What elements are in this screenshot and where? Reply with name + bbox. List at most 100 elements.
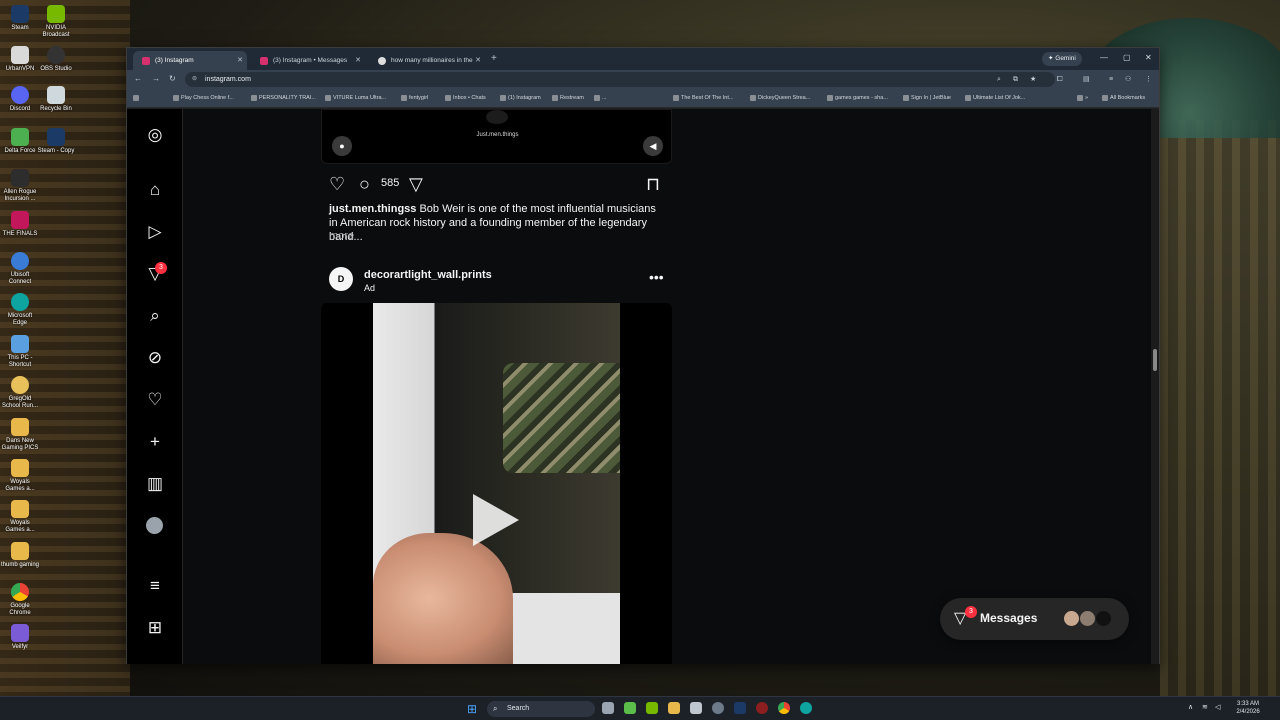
nvidia-icon[interactable] <box>646 702 658 714</box>
bookmarks-overflow-icon[interactable]: » <box>1077 92 1088 104</box>
scrollbar-thumb[interactable] <box>1153 349 1157 371</box>
desktop-icon-dans-gaming-pics[interactable]: Dans New Gaming PICS <box>0 418 40 452</box>
tab-instagram[interactable]: (3) Instagram ✕ <box>133 51 247 70</box>
tray-overflow-icon[interactable]: ∧ <box>1188 702 1193 714</box>
desktop-icon-obs[interactable]: OBS Studio <box>36 46 76 73</box>
dashboard-icon[interactable]: ▥ <box>145 474 165 494</box>
bookmark-item[interactable]: ... <box>594 92 607 104</box>
windows-start-icon[interactable]: ⊞ <box>467 702 477 716</box>
settings-gear-icon[interactable] <box>712 702 724 714</box>
profile-icon[interactable]: ⚇ <box>1125 74 1131 86</box>
bookmark-item[interactable]: Sign In | JetBlue <box>903 92 951 104</box>
file-explorer-icon[interactable] <box>668 702 680 714</box>
caption-username[interactable]: just.men.thingss <box>329 203 416 215</box>
url-field[interactable]: ⊜ instagram.com <box>185 72 1055 87</box>
desktop-icon-thumb-gaming[interactable]: thumb gaming <box>0 542 40 569</box>
reels-icon[interactable]: ▷ <box>145 222 165 242</box>
more-menu-icon[interactable]: ≡ <box>145 576 165 596</box>
create-icon[interactable]: + <box>145 432 165 452</box>
chrome-icon[interactable] <box>778 702 790 714</box>
caption-more-link[interactable]: more <box>329 230 354 242</box>
desktop-icon-delta-force[interactable]: Delta Force <box>0 128 40 155</box>
desktop-icon-steam[interactable]: Steam <box>0 5 40 32</box>
post-options-icon[interactable]: ••• <box>649 267 664 287</box>
post-author-avatar[interactable]: D <box>329 267 353 291</box>
forward-icon[interactable]: → <box>152 73 160 85</box>
customize-icon[interactable]: ≡ <box>1109 74 1113 86</box>
desktop-icon-this-pc[interactable]: This PC - Shortcut <box>0 335 40 369</box>
profile-avatar[interactable] <box>146 517 163 534</box>
bookmark-item[interactable]: PERSONALITY TRAI... <box>251 92 316 104</box>
desktop-icon-recycle-bin[interactable]: Recycle Bin <box>36 86 76 113</box>
bookmark-star-icon[interactable]: ★ <box>1030 74 1036 86</box>
maximize-icon[interactable]: ▢ <box>1123 51 1131 65</box>
desktop-icon-discord[interactable]: Discord <box>0 86 40 113</box>
messages-drawer-button[interactable]: ▽ 3 Messages <box>940 598 1129 640</box>
wifi-icon[interactable]: ≋ <box>1202 702 1208 714</box>
bookmark-item[interactable]: VITURE Luma Ultra... <box>325 92 386 104</box>
desktop-icon-old-school-run[interactable]: GregOld School Run... <box>0 376 40 410</box>
desktop-icon-woyals-games-1[interactable]: Woyals Games a... <box>0 459 40 493</box>
bookmark-item[interactable]: Restream <box>552 92 584 104</box>
taskbar-app-icon[interactable] <box>690 702 702 714</box>
taskbar-clock[interactable]: 3:33 AM 2/4/2026 <box>1228 700 1268 716</box>
desktop-icon-urbanvpn[interactable]: UrbanVPN <box>0 46 40 73</box>
save-bookmark-icon[interactable]: ⊓ <box>646 173 660 195</box>
desktop-icon-ubisoft[interactable]: Ubisoft Connect <box>0 252 40 286</box>
bookmark-item[interactable]: DickeyQueen Strea... <box>750 92 810 104</box>
taskbar-app-icon[interactable] <box>756 702 768 714</box>
steam-icon[interactable] <box>734 702 746 714</box>
close-window-icon[interactable]: ✕ <box>1145 51 1152 65</box>
like-heart-icon[interactable]: ♡ <box>329 173 345 195</box>
notifications-heart-icon[interactable]: ♡ <box>145 390 165 410</box>
tab-instagram-messages[interactable]: (3) Instagram • Messages ✕ <box>251 51 365 70</box>
desktop-icon-edge[interactable]: Microsoft Edge <box>0 293 40 327</box>
desktop-icon-veilfyr[interactable]: Veilfyr <box>0 624 40 651</box>
bookmark-item[interactable]: Play Chess Online f... <box>173 92 234 104</box>
menu-kebab-icon[interactable]: ⋮ <box>1145 74 1152 86</box>
sound-toggle-icon[interactable]: ◀ <box>643 136 663 156</box>
desktop-icon-steam-copy[interactable]: Steam - Copy <box>36 128 76 155</box>
post-author-username[interactable]: decorartlight_wall.prints <box>364 269 492 281</box>
close-tab-icon[interactable]: ✕ <box>355 51 361 70</box>
bookmark-item[interactable]: Inbox • Chats <box>445 92 486 104</box>
taskbar-app-icon[interactable] <box>624 702 636 714</box>
install-app-icon[interactable]: ⧉ <box>1013 74 1018 86</box>
gemini-button[interactable]: ✦ Gemini <box>1042 52 1082 66</box>
new-tab-button[interactable]: + <box>491 51 497 67</box>
volume-icon[interactable]: ◁ <box>1215 702 1220 714</box>
bookmark-item[interactable]: Ultimate List Of Jok... <box>965 92 1025 104</box>
home-icon[interactable]: ⌂ <box>145 180 165 200</box>
desktop-icon-allen-rogue[interactable]: Allen Rogue Incursion ... <box>0 169 40 203</box>
share-icon[interactable]: ▽ <box>409 173 423 195</box>
close-tab-icon[interactable]: ✕ <box>237 51 243 70</box>
back-icon[interactable]: ← <box>134 73 142 85</box>
comment-icon[interactable]: ○ <box>359 173 370 195</box>
sidebar-icon[interactable]: ▤ <box>1083 74 1090 86</box>
edge-icon[interactable] <box>800 702 812 714</box>
task-view-icon[interactable] <box>602 702 614 714</box>
close-tab-icon[interactable]: ✕ <box>475 51 481 70</box>
page-scrollbar[interactable] <box>1151 109 1159 664</box>
taskbar-search-box[interactable]: ⌕ Search <box>487 701 595 717</box>
ad-post-video[interactable] <box>321 303 672 664</box>
desktop-icon-nvidia-broadcast[interactable]: NVIDIA Broadcast <box>36 5 76 39</box>
zoom-icon[interactable]: ⌕ <box>997 74 1001 86</box>
explore-icon[interactable]: ⊘ <box>145 348 165 368</box>
bookmark-item[interactable]: The Best Of The Int... <box>673 92 733 104</box>
desktop-icon-woyals-games-2[interactable]: Woyals Games a... <box>0 500 40 534</box>
desktop-icon-chrome[interactable]: Google Chrome <box>0 583 40 617</box>
reload-icon[interactable]: ↻ <box>169 73 176 85</box>
tab-google-search[interactable]: how many millionaires in the u ✕ <box>369 51 485 70</box>
instagram-logo-icon[interactable]: ◎ <box>145 125 165 145</box>
previous-post-video[interactable]: Just.men.things ● ◀ <box>321 109 672 164</box>
tagged-user-icon[interactable]: ● <box>332 136 352 156</box>
desktop-icon-the-finals[interactable]: THE FINALS <box>0 211 40 238</box>
bookmark-item[interactable]: fentygirl <box>401 92 428 104</box>
all-bookmarks-folder[interactable]: All Bookmarks <box>1102 92 1145 104</box>
bookmark-item[interactable]: games games - sha... <box>827 92 888 104</box>
search-icon[interactable]: ⌕ <box>145 306 165 326</box>
minimize-icon[interactable]: — <box>1100 51 1108 65</box>
bookmark-item[interactable]: (1) Instagram <box>500 92 541 104</box>
extensions-icon[interactable]: ⧠ <box>1057 74 1063 86</box>
